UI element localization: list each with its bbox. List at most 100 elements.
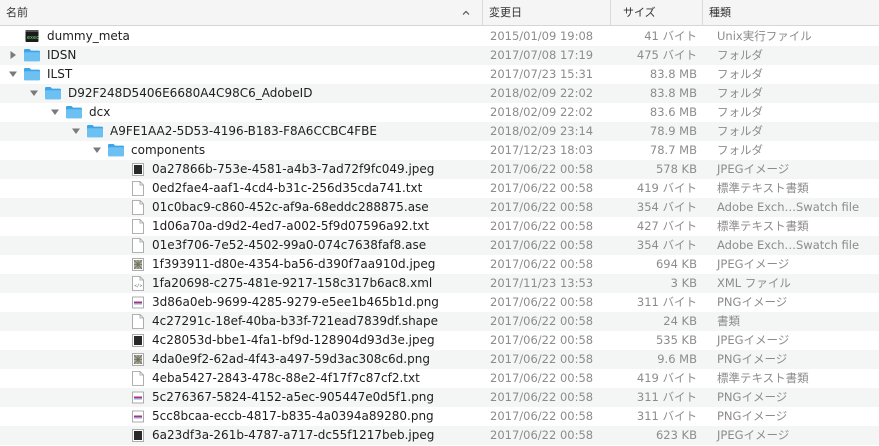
column-header-date[interactable]: 変更日 — [483, 0, 611, 26]
document-icon — [132, 371, 144, 386]
item-size: 623 KB — [655, 428, 697, 442]
folder-row[interactable]: D92F248D5406E6680A4C98C6_AdobeID 2018/02/… — [0, 84, 879, 103]
column-header-kind[interactable]: 種類 — [703, 0, 879, 26]
disclosure-triangle-down-icon[interactable] — [71, 126, 81, 136]
file-row[interactable]: 5cc8bcaa-eccb-4817-b835-4a0394a89280.png… — [0, 407, 879, 426]
file-row[interactable]: exec dummy_meta 2015/01/09 19:08 41 バイト Unix… — [0, 27, 879, 46]
item-name: 4da0e9f2-62ad-4f43-a497-59d3ac308c6d.png — [152, 352, 430, 366]
item-kind: Adobe Exch…Swatch file — [717, 200, 860, 214]
document-icon — [132, 314, 144, 329]
file-row[interactable]: 01c0bac9-c860-452c-af9a-68eddc288875.ase… — [0, 198, 879, 217]
svg-text:</>: </> — [134, 283, 142, 289]
item-name: 3d86a0eb-9699-4285-9279-e5ee1b465b1d.png — [152, 295, 439, 309]
jpeg-thumbnail-icon — [132, 334, 144, 347]
disclosure-triangle-down-icon[interactable] — [8, 69, 18, 79]
item-size: 578 KB — [655, 162, 697, 176]
column-header-date-label: 変更日 — [489, 6, 522, 19]
document-icon — [132, 200, 144, 215]
item-kind: PNGイメージ — [717, 352, 788, 366]
item-modified-date: 2015/01/09 19:08 — [490, 29, 594, 43]
item-modified-date: 2018/02/09 23:14 — [490, 124, 594, 138]
document-icon — [132, 181, 144, 196]
item-size: 311 バイト — [636, 390, 697, 404]
file-row[interactable]: 1f393911-d80e-4354-ba56-d390f7aa910d.jpe… — [0, 255, 879, 274]
item-kind: JPEGイメージ — [717, 162, 790, 176]
file-row[interactable]: 01e3f706-7e52-4502-99a0-074c7638faf8.ase… — [0, 236, 879, 255]
item-modified-date: 2017/11/23 13:53 — [490, 276, 594, 290]
item-modified-date: 2017/06/22 00:58 — [490, 409, 594, 423]
folder-icon — [45, 87, 61, 100]
file-row[interactable]: 6a23df3a-261b-4787-a717-dc55f1217beb.jpe… — [0, 426, 879, 445]
item-name: 4c27291c-18ef-40ba-b33f-721ead7839df.sha… — [152, 314, 439, 328]
folder-icon — [108, 144, 124, 157]
item-size: 83.8 MB — [649, 67, 697, 81]
folder-row[interactable]: components 2017/12/23 18:03 78.7 MB フォルダ — [0, 141, 879, 160]
item-modified-date: 2017/06/22 00:58 — [490, 295, 594, 309]
item-size: 24 KB — [663, 314, 697, 328]
disclosure-triangle-right-icon[interactable] — [8, 50, 18, 60]
item-kind: フォルダ — [717, 143, 763, 157]
item-size: 78.9 MB — [649, 124, 697, 138]
png-thumbnail-icon — [132, 391, 144, 404]
item-name: 1d06a70a-d9d2-4ed7-a002-5f9d07596a92.txt — [152, 219, 430, 233]
folder-icon — [66, 106, 82, 119]
item-kind: 標準テキスト書類 — [717, 371, 809, 385]
file-row[interactable]: 0a27866b-753e-4581-a4b3-7ad72f9fc049.jpe… — [0, 160, 879, 179]
terminal-exec-icon: exec — [25, 30, 39, 42]
item-name: 6a23df3a-261b-4787-a717-dc55f1217beb.jpe… — [152, 428, 435, 442]
file-row[interactable]: 1d06a70a-d9d2-4ed7-a002-5f9d07596a92.txt… — [0, 217, 879, 236]
item-size: 83.6 MB — [649, 105, 697, 119]
svg-text:exec: exec — [27, 35, 39, 41]
item-modified-date: 2017/06/22 00:58 — [490, 314, 594, 328]
file-row[interactable]: 4da0e9f2-62ad-4f43-a497-59d3ac308c6d.png… — [0, 350, 879, 369]
item-name: ILST — [47, 67, 73, 81]
item-kind: 標準テキスト書類 — [717, 181, 809, 195]
disclosure-triangle-down-icon[interactable] — [29, 88, 39, 98]
png-thumbnail-icon — [132, 410, 144, 423]
file-row[interactable]: 5c276367-5824-4152-a5ec-905447e0d5f1.png… — [0, 388, 879, 407]
folder-icon — [24, 68, 40, 81]
folder-row[interactable]: IDSN 2017/07/08 17:19 475 バイト フォルダ — [0, 46, 879, 65]
item-size: 419 バイト — [636, 371, 697, 385]
item-kind: 標準テキスト書類 — [717, 219, 809, 233]
column-header-name[interactable]: 名前 — [0, 0, 483, 26]
file-row[interactable]: 0ed2fae4-aaf1-4cd4-b31c-256d35cda741.txt… — [0, 179, 879, 198]
file-row[interactable]: </> 1fa20698-c275-481e-9217-158c317b6ac8.… — [0, 274, 879, 293]
item-modified-date: 2017/06/22 00:58 — [490, 238, 594, 252]
item-name: components — [131, 143, 206, 157]
item-modified-date: 2017/12/23 18:03 — [490, 143, 594, 157]
column-header-size[interactable]: サイズ — [611, 0, 703, 26]
column-header-kind-label: 種類 — [709, 6, 731, 19]
item-kind: フォルダ — [717, 105, 763, 119]
item-size: 311 バイト — [636, 295, 697, 309]
sort-chevron-icon[interactable] — [462, 9, 470, 17]
document-icon — [132, 219, 144, 234]
column-header-name-label: 名前 — [6, 6, 28, 19]
item-modified-date: 2017/06/22 00:58 — [490, 333, 594, 347]
png-thumbnail-icon — [132, 353, 144, 366]
item-name: A9FE1AA2-5D53-4196-B183-F8A6CCBC4FBE — [110, 124, 377, 138]
xml-file-icon: </> — [132, 276, 144, 291]
file-row[interactable]: 4c28053d-bbe1-4fa1-bf9d-128904d93d3e.jpe… — [0, 331, 879, 350]
file-row[interactable]: 4eba5427-2843-478c-88e2-4f17f7c87cf2.txt… — [0, 369, 879, 388]
disclosure-triangle-down-icon[interactable] — [92, 145, 102, 155]
item-size: 83.8 MB — [649, 86, 697, 100]
item-modified-date: 2017/06/22 00:58 — [490, 428, 594, 442]
folder-row[interactable]: ILST 2017/07/23 15:31 83.8 MB フォルダ — [0, 65, 879, 84]
file-row[interactable]: 4c27291c-18ef-40ba-b33f-721ead7839df.sha… — [0, 312, 879, 331]
item-kind: JPEGイメージ — [717, 257, 790, 271]
item-size: 535 KB — [655, 333, 697, 347]
item-size: 475 バイト — [636, 48, 697, 62]
item-modified-date: 2017/07/08 17:19 — [490, 48, 594, 62]
folder-row[interactable]: A9FE1AA2-5D53-4196-B183-F8A6CCBC4FBE 2018… — [0, 122, 879, 141]
item-name: 4c28053d-bbe1-4fa1-bf9d-128904d93d3e.jpe… — [152, 333, 435, 347]
disclosure-triangle-down-icon[interactable] — [50, 107, 60, 117]
column-header-size-label: サイズ — [623, 6, 656, 19]
item-modified-date: 2017/06/22 00:58 — [490, 162, 594, 176]
jpeg-thumbnail-icon — [132, 429, 144, 442]
folder-row[interactable]: dcx 2018/02/09 22:02 83.6 MB フォルダ — [0, 103, 879, 122]
folder-icon — [87, 125, 103, 138]
file-row[interactable]: 3d86a0eb-9699-4285-9279-e5ee1b465b1d.png… — [0, 293, 879, 312]
item-modified-date: 2017/06/22 00:58 — [490, 200, 594, 214]
jpeg-thumbnail-icon — [132, 258, 144, 271]
